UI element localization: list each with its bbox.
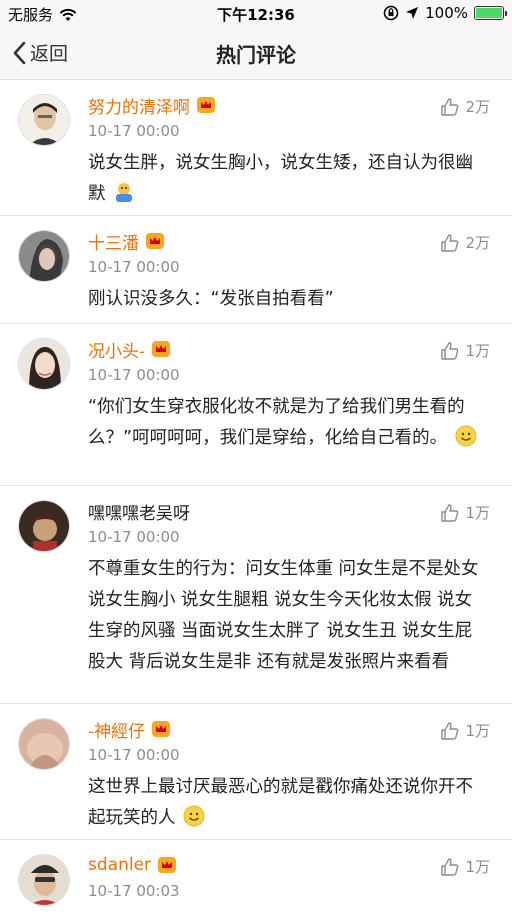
thumbs-up-icon [441, 97, 459, 116]
username[interactable]: 嘿嘿嘿老吴呀 [88, 499, 190, 524]
comment-text: “你们女生穿衣服化妆不就是为了给我们男生看的么？”呵呵呵呵，我们是穿给，化给自己… [88, 392, 492, 454]
thumbs-up-icon [441, 341, 459, 360]
comment-time: 10-17 00:00 [88, 258, 180, 276]
location-arrow-icon [406, 7, 419, 19]
smile-emoji-icon [183, 805, 205, 827]
status-right-group: 100% [383, 4, 507, 22]
avatar[interactable] [18, 230, 70, 282]
comment-item: sdanler 10-17 00:03 1万 [0, 840, 512, 920]
username[interactable]: 十三潘 [88, 229, 139, 254]
comment-body: 说女生胖，说女生胸小，说女生矮，还自认为很幽默 [88, 153, 473, 204]
like-count: 1万 [465, 342, 490, 360]
comment-list: 努力的清泽啊 10-17 00:00 说女生胖，说女生胸小，说女生矮，还自认为很… [0, 80, 512, 920]
like-button[interactable]: 1万 [440, 340, 490, 361]
username[interactable]: sdanler [88, 855, 151, 875]
comment-time: 10-17 00:03 [88, 882, 180, 900]
comment-item: 嘿嘿嘿老吴呀 10-17 00:00 不尊重女生的行为：问女生体重 问女生是不是… [0, 486, 512, 704]
page-title: 热门评论 [216, 43, 296, 67]
avatar[interactable] [18, 854, 70, 906]
like-button[interactable]: 2万 [440, 232, 490, 253]
comment-text: 这世界上最讨厌最恶心的就是戳你痛处还说你开不起玩笑的人 [88, 772, 492, 834]
username[interactable]: 况小头- [88, 337, 145, 362]
like-button[interactable]: 2万 [440, 96, 490, 117]
vip-crown-icon [158, 857, 177, 873]
like-count: 1万 [465, 722, 490, 740]
battery-percent: 100% [425, 4, 468, 22]
battery-fill [476, 8, 502, 18]
vip-crown-icon [152, 341, 171, 357]
like-count: 2万 [465, 234, 490, 252]
like-button[interactable]: 1万 [440, 502, 490, 523]
vip-crown-icon [197, 97, 215, 113]
comment-text: 不尊重女生的行为：问女生体重 问女生是不是处女 说女生胸小 说女生腿粗 说女生今… [88, 554, 492, 678]
thumbs-up-icon [441, 233, 459, 252]
shrug-emoji-icon [116, 183, 133, 202]
username[interactable]: -神經仔 [88, 717, 145, 742]
navigation-bar: 返回 热门评论 [0, 26, 512, 80]
comment-item: -神經仔 10-17 00:00 这世界上最讨厌最恶心的就是戳你痛处还说你开不起… [0, 704, 512, 840]
like-count: 1万 [465, 858, 490, 876]
thumbs-up-icon [441, 721, 459, 740]
comment-time: 10-17 00:00 [88, 528, 180, 546]
comment-body: 这世界上最讨厌最恶心的就是戳你痛处还说你开不起玩笑的人 [88, 777, 473, 828]
like-button[interactable]: 1万 [440, 720, 490, 741]
status-bar: 无服务 下午12:36 100% [0, 0, 512, 26]
vip-crown-icon [152, 721, 171, 737]
comment-item: 况小头- 10-17 00:00 “你们女生穿衣服化妆不就是为了给我们男生看的么… [0, 324, 512, 486]
vip-crown-icon [146, 233, 164, 249]
thumbs-up-icon [441, 503, 459, 522]
comment-body: 刚认识没多久：“发张自拍看看” [88, 289, 334, 309]
comment-item: 努力的清泽啊 10-17 00:00 说女生胖，说女生胸小，说女生矮，还自认为很… [0, 80, 512, 216]
like-button[interactable]: 1万 [440, 856, 490, 877]
comment-time: 10-17 00:00 [88, 746, 180, 764]
orientation-lock-icon [383, 5, 399, 21]
comment-item: 十三潘 10-17 00:00 刚认识没多久：“发张自拍看看” 2万 [0, 216, 512, 324]
avatar[interactable] [18, 338, 70, 390]
like-count: 2万 [465, 98, 490, 116]
comment-text: 刚认识没多久：“发张自拍看看” [88, 284, 492, 315]
comment-body: “你们女生穿衣服化妆不就是为了给我们男生看的么？”呵呵呵呵，我们是穿给，化给自己… [88, 397, 465, 448]
smile-emoji-icon [455, 425, 477, 447]
like-count: 1万 [465, 504, 490, 522]
thumbs-up-icon [441, 857, 459, 876]
avatar[interactable] [18, 718, 70, 770]
comment-body: 不尊重女生的行为：问女生体重 问女生是不是处女 说女生胸小 说女生腿粗 说女生今… [88, 559, 479, 672]
avatar[interactable] [18, 94, 70, 146]
battery-icon [474, 6, 507, 20]
avatar[interactable] [18, 500, 70, 552]
username[interactable]: 努力的清泽啊 [88, 93, 190, 118]
comment-text: 说女生胖，说女生胸小，说女生矮，还自认为很幽默 [88, 148, 492, 210]
comment-time: 10-17 00:00 [88, 366, 180, 384]
comment-time: 10-17 00:00 [88, 122, 180, 140]
